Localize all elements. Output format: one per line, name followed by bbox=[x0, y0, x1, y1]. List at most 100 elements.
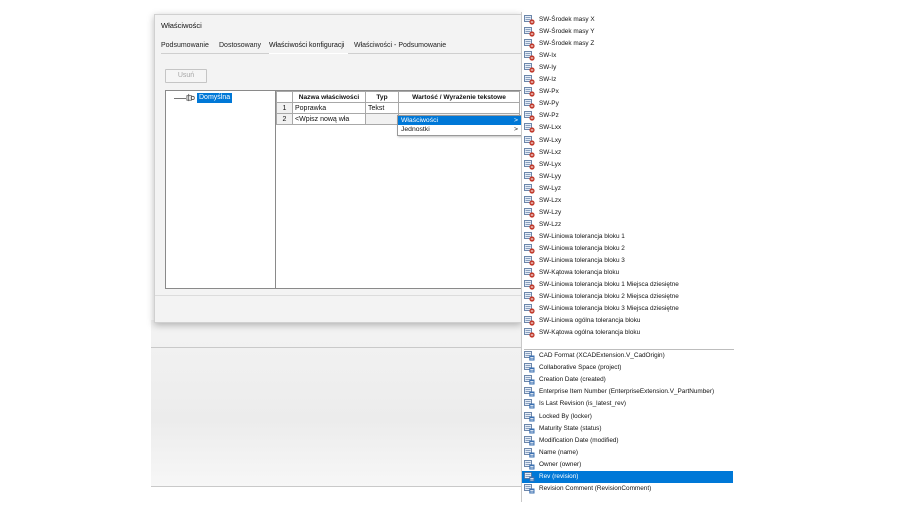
3dx-property-icon bbox=[524, 375, 535, 385]
list-item[interactable]: SW-Lxz bbox=[522, 147, 733, 159]
dialog-bottom-separator bbox=[155, 295, 522, 296]
sw-property-icon bbox=[524, 183, 535, 194]
list-item-label: SW-Liniowa tolerancja bloku 2 bbox=[539, 244, 625, 252]
property-type-cell[interactable] bbox=[365, 113, 399, 125]
list-item[interactable]: Enterprise Item Number (EnterpriseExtens… bbox=[522, 386, 733, 398]
sw-property-icon bbox=[524, 15, 535, 25]
active-tab-indicator bbox=[269, 53, 348, 54]
3dx-property-icon bbox=[524, 411, 535, 421]
tree-connector bbox=[174, 98, 186, 99]
sw-property-icon bbox=[524, 75, 535, 85]
list-item[interactable]: SW-Środek masy X bbox=[522, 14, 733, 26]
chevron-right-icon: > bbox=[514, 117, 518, 124]
list-item-label: Owner (owner) bbox=[539, 460, 582, 468]
list-item[interactable]: SW-Środek masy Y bbox=[522, 26, 733, 38]
list-item-label: SW-Lxz bbox=[539, 148, 562, 156]
chevron-right-icon: > bbox=[514, 126, 518, 133]
list-item[interactable]: SW-Px bbox=[522, 86, 733, 98]
sw-property-icon bbox=[524, 244, 535, 254]
list-item[interactable]: Locked By (locker) bbox=[522, 411, 733, 423]
list-item[interactable]: Creation Date (created) bbox=[522, 374, 733, 386]
list-item[interactable]: SW-Lzx bbox=[522, 195, 733, 207]
menu-item-units[interactable]: Jednostki > bbox=[398, 125, 522, 134]
list-item[interactable]: SW-Liniowa ogólna tolerancja bloku bbox=[522, 315, 733, 327]
list-item[interactable]: SW-Lyx bbox=[522, 159, 733, 171]
list-item[interactable]: SW-Kątowa ogólna tolerancja bloku bbox=[522, 327, 733, 339]
sw-property-icon bbox=[524, 207, 535, 218]
menu-item-label: Jednostki bbox=[401, 126, 430, 133]
list-item[interactable]: SW-Kątowa tolerancja bloku bbox=[522, 267, 733, 279]
list-item[interactable]: SW-Liniowa tolerancja bloku 2 bbox=[522, 243, 733, 255]
list-item[interactable]: Maturity State (status) bbox=[522, 423, 733, 435]
list-item-label: SW-Px bbox=[539, 88, 559, 96]
sw-property-icon bbox=[524, 135, 535, 146]
3dx-property-icon bbox=[524, 363, 535, 373]
tree-item-default[interactable]: Domyślna bbox=[197, 93, 233, 103]
menu-item-properties[interactable]: Właściwości > bbox=[398, 116, 522, 125]
tab-custom[interactable]: Dostosowany bbox=[219, 42, 261, 49]
list-item[interactable]: SW-Liniowa tolerancja bloku 3 Miejsca dz… bbox=[522, 303, 733, 315]
list-item[interactable]: Is Last Revision (is_latest_rev) bbox=[522, 398, 733, 410]
3dx-property-icon bbox=[524, 399, 535, 409]
list-item-label: Collaborative Space (project) bbox=[539, 364, 622, 372]
list-item[interactable]: SW-Liniowa tolerancja bloku 2 Miejsca dz… bbox=[522, 291, 733, 303]
row-number[interactable]: 1 bbox=[276, 102, 293, 114]
list-item-label: SW-Liniowa tolerancja bloku 1 Miejsca dz… bbox=[539, 281, 679, 289]
list-item[interactable]: Rev (revision) bbox=[522, 471, 733, 483]
row-number[interactable]: 2 bbox=[276, 113, 293, 125]
list-item[interactable]: SW-Liniowa tolerancja bloku 3 bbox=[522, 255, 733, 267]
property-value-cell[interactable] bbox=[398, 102, 520, 114]
sw-property-icon bbox=[524, 219, 535, 230]
list-item[interactable]: SW-Lzy bbox=[522, 207, 733, 219]
list-item-label: CAD Format (XCADExtension.V_CadOrigin) bbox=[539, 352, 665, 359]
list-item[interactable]: SW-Lxx bbox=[522, 122, 733, 134]
sw-property-icon bbox=[524, 292, 535, 302]
list-item[interactable]: SW-Iy bbox=[522, 62, 733, 74]
property-list-menu: SW-Środek masy X SW-Środek masy Y SW-Środe… bbox=[521, 12, 736, 502]
list-item[interactable]: Modification Date (modified) bbox=[522, 435, 733, 447]
grid-header-name[interactable]: Nazwa właściwości bbox=[292, 91, 366, 103]
property-type-cell[interactable]: Tekst bbox=[365, 102, 399, 114]
list-item[interactable]: SW-Lxy bbox=[522, 135, 733, 147]
background-divider bbox=[151, 347, 521, 348]
list-item[interactable]: CAD Format (XCADExtension.V_CadOrigin) bbox=[522, 350, 733, 362]
list-item[interactable]: SW-Liniowa tolerancja bloku 1 Miejsca dz… bbox=[522, 279, 733, 291]
list-item-label: SW-Środek masy Y bbox=[539, 28, 595, 36]
sw-property-icon bbox=[524, 63, 535, 73]
sw-property-icon bbox=[524, 159, 535, 170]
list-item-label: Locked By (locker) bbox=[539, 412, 592, 420]
list-item[interactable]: Name (name) bbox=[522, 447, 733, 459]
grid-header-value[interactable]: Wartość / Wyrażenie tekstowe bbox=[398, 91, 520, 103]
list-item-label: SW-Ix bbox=[539, 52, 557, 60]
delete-button[interactable]: Usuń bbox=[165, 69, 207, 83]
list-item[interactable]: SW-Lzz bbox=[522, 219, 733, 231]
list-item-label: SW-Lyy bbox=[539, 172, 562, 180]
table-row: 1 Poprawka Tekst bbox=[276, 102, 520, 114]
list-item-label: SW-Środek masy X bbox=[539, 16, 595, 23]
sw-property-icon bbox=[524, 27, 535, 37]
sw-property-icon bbox=[524, 87, 535, 97]
list-item[interactable]: Owner (owner) bbox=[522, 459, 733, 471]
list-item-label: SW-Lyz bbox=[539, 184, 562, 192]
grid-header-type[interactable]: Typ bbox=[365, 91, 399, 103]
list-item[interactable]: SW-Lyy bbox=[522, 171, 733, 183]
grid-header-index bbox=[276, 91, 293, 103]
list-item[interactable]: SW-Liniowa tolerancja bloku 1 bbox=[522, 231, 733, 243]
list-item[interactable]: SW-Py bbox=[522, 98, 733, 110]
list-item[interactable]: Collaborative Space (project) bbox=[522, 362, 733, 374]
list-item[interactable]: SW-Środek masy Z bbox=[522, 38, 733, 50]
list-item[interactable]: SW-Iz bbox=[522, 74, 733, 86]
tab-summary[interactable]: Podsumowanie bbox=[161, 42, 209, 49]
tab-properties-summary[interactable]: Właściwości - Podsumowanie bbox=[354, 42, 446, 49]
list-item-label: SW-Liniowa tolerancja bloku 1 bbox=[539, 232, 625, 240]
list-item-label: Maturity State (status) bbox=[539, 424, 602, 432]
list-item-label: SW-Kątowa ogólna tolerancja bloku bbox=[539, 329, 641, 337]
list-item[interactable]: SW-Lyz bbox=[522, 183, 733, 195]
tab-configuration-properties[interactable]: Właściwości konfiguracji bbox=[269, 42, 344, 49]
3dx-property-icon bbox=[524, 387, 535, 397]
new-property-name-cell[interactable]: <Wpisz nową wła bbox=[292, 113, 366, 125]
list-item[interactable]: SW-Ix bbox=[522, 50, 733, 62]
list-item[interactable]: Revision Comment (RevisionComment) bbox=[522, 483, 733, 495]
property-name-cell[interactable]: Poprawka bbox=[292, 102, 366, 114]
list-item[interactable]: SW-Pz bbox=[522, 110, 733, 122]
